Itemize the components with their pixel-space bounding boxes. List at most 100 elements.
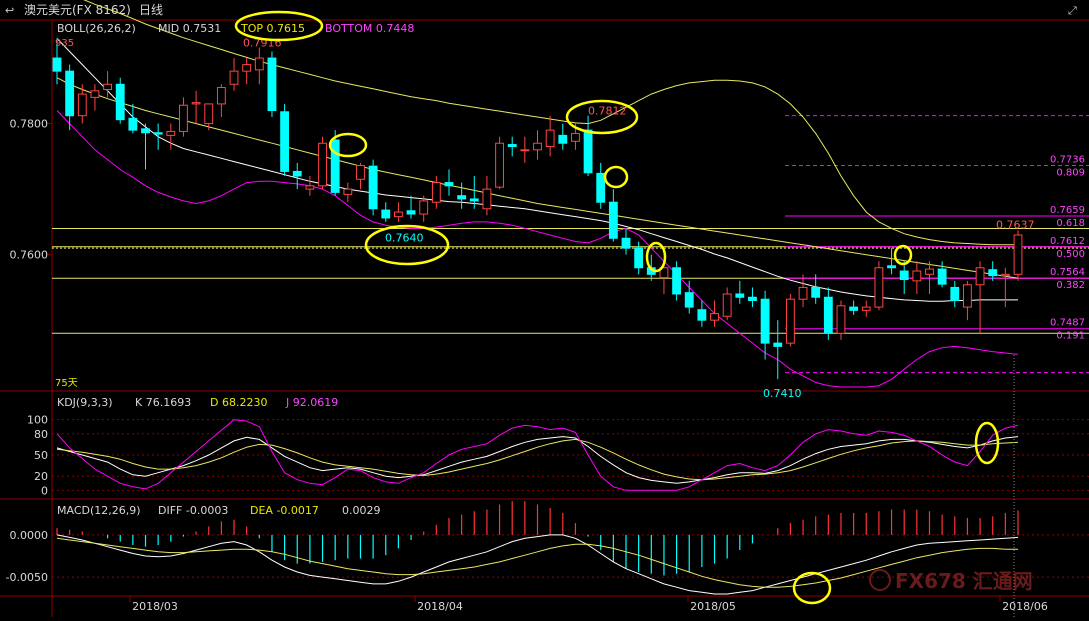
price-tick-label: 0.7600 bbox=[10, 249, 49, 262]
price-tick-label: 0.7800 bbox=[10, 118, 49, 131]
kdj-d-label: D 68.2230 bbox=[210, 396, 267, 409]
date-tick-label: 2018/04 bbox=[417, 600, 463, 613]
may-low-label: 0.7410 bbox=[763, 387, 802, 400]
candle-down bbox=[773, 342, 783, 347]
candle-down bbox=[558, 134, 568, 144]
series-top-line bbox=[83, 0, 1018, 246]
candle-up bbox=[798, 286, 808, 300]
candle-down bbox=[608, 201, 618, 239]
candle-down bbox=[267, 57, 277, 111]
candle-up bbox=[722, 293, 732, 317]
candle-down bbox=[406, 210, 416, 215]
candle-up bbox=[533, 142, 542, 151]
back-arrow-icon[interactable]: ↩ bbox=[5, 4, 14, 17]
candle-up bbox=[1013, 234, 1023, 275]
highlight-circle-4 bbox=[893, 244, 913, 266]
candle-up bbox=[216, 87, 226, 105]
candle-down bbox=[153, 132, 163, 135]
candle-down bbox=[899, 270, 909, 281]
candle-up bbox=[1000, 273, 1010, 277]
candle-down bbox=[621, 237, 631, 249]
candle-up bbox=[90, 90, 100, 98]
candle-down bbox=[52, 57, 62, 72]
highlight-circle-2 bbox=[603, 165, 629, 189]
macd-name[interactable]: MACD(12,26,9) bbox=[57, 504, 141, 517]
candle-down bbox=[735, 293, 745, 298]
macd-diff-label: DIFF -0.0003 bbox=[158, 504, 228, 517]
candle-down bbox=[381, 209, 391, 219]
candle-down bbox=[760, 298, 770, 344]
price-panel: 0.7736 0.809 0.7659 0.618 0.7612 0.500 0.7564 0… bbox=[52, 0, 1089, 388]
candle-down bbox=[469, 198, 479, 202]
candle-down bbox=[141, 128, 150, 134]
candle-down bbox=[583, 129, 593, 174]
candle-up bbox=[431, 182, 441, 203]
candle-up bbox=[861, 306, 871, 311]
candle-up bbox=[963, 284, 972, 308]
candle-down bbox=[115, 83, 125, 121]
kdj-tick-label: 20 bbox=[34, 470, 48, 483]
watermark-text: FX678 汇通网 bbox=[895, 569, 1033, 593]
candle-down bbox=[596, 172, 606, 203]
kdj-d-line bbox=[56, 438, 1019, 481]
candle-up bbox=[305, 185, 315, 190]
fib-ratio-label: 0.809 bbox=[1056, 168, 1085, 179]
candle-up bbox=[975, 267, 985, 286]
candle-up bbox=[77, 93, 87, 117]
candle-down bbox=[937, 268, 947, 285]
candle-up bbox=[419, 200, 429, 215]
candle-up bbox=[710, 313, 719, 321]
candle-up bbox=[179, 104, 188, 132]
candle-down bbox=[444, 182, 454, 187]
boll-name[interactable]: BOLL(26,26,2) bbox=[57, 22, 136, 35]
candle-up bbox=[520, 149, 530, 152]
period-label[interactable]: 日线 bbox=[139, 3, 163, 17]
candle-down bbox=[684, 292, 694, 308]
maximize-icon[interactable]: ⤢ bbox=[1068, 4, 1077, 17]
candle-down bbox=[507, 144, 517, 148]
candle-up bbox=[571, 132, 580, 142]
boll-top-label: TOP 0.7615 bbox=[240, 22, 305, 35]
date-tick-label: 2018/03 bbox=[132, 600, 178, 613]
candle-down bbox=[697, 309, 707, 321]
macd-tick-label: 0.0000 bbox=[10, 529, 49, 542]
candle-down bbox=[634, 247, 644, 269]
fib-price-label: 0.7612 bbox=[1050, 236, 1085, 247]
candle-down bbox=[823, 296, 833, 334]
kdj-tick-label: 50 bbox=[34, 449, 48, 462]
fib-price-label: 0.7487 bbox=[1050, 318, 1085, 329]
candle-down bbox=[950, 286, 960, 302]
fib-price-label: 0.7564 bbox=[1050, 267, 1085, 278]
kdj-tick-label: 80 bbox=[34, 428, 48, 441]
candle-down bbox=[368, 165, 378, 210]
candle-up bbox=[912, 270, 922, 282]
candle-up bbox=[229, 70, 239, 85]
kdj-tick-label: 0 bbox=[41, 484, 48, 497]
date-tick-label: 2018/05 bbox=[690, 600, 736, 613]
date-tick-label: 2018/06 bbox=[1002, 600, 1048, 613]
macd-dea-line bbox=[56, 537, 1018, 588]
candle-down bbox=[280, 111, 290, 172]
macd-value: 0.0029 bbox=[342, 504, 381, 517]
candle-down bbox=[887, 265, 896, 269]
watermark-logo-icon bbox=[869, 569, 891, 591]
macd-dea-label: DEA -0.0017 bbox=[250, 504, 319, 517]
symbol-title: 澳元美元(FX 8162) bbox=[24, 3, 131, 17]
series-mid-line bbox=[56, 38, 1018, 302]
peak-label: 0.7812 bbox=[588, 105, 627, 118]
candle-down bbox=[811, 286, 821, 298]
candle-down bbox=[748, 296, 757, 302]
candle-down bbox=[65, 70, 75, 117]
candle-up bbox=[545, 129, 555, 148]
fib-ratio-label: 0.382 bbox=[1056, 280, 1085, 291]
candle-up bbox=[242, 64, 252, 72]
kdj-tick-label: 100 bbox=[27, 414, 48, 427]
kdj-name[interactable]: KDJ(9,3,3) bbox=[57, 396, 113, 409]
candle-down bbox=[988, 269, 998, 277]
candle-up bbox=[103, 83, 112, 91]
candle-up bbox=[166, 130, 176, 136]
candle-up bbox=[356, 165, 365, 180]
kdj-j-label: J 92.0619 bbox=[285, 396, 338, 409]
fib-price-label: 0.7659 bbox=[1050, 205, 1085, 216]
candle-down bbox=[292, 170, 302, 177]
